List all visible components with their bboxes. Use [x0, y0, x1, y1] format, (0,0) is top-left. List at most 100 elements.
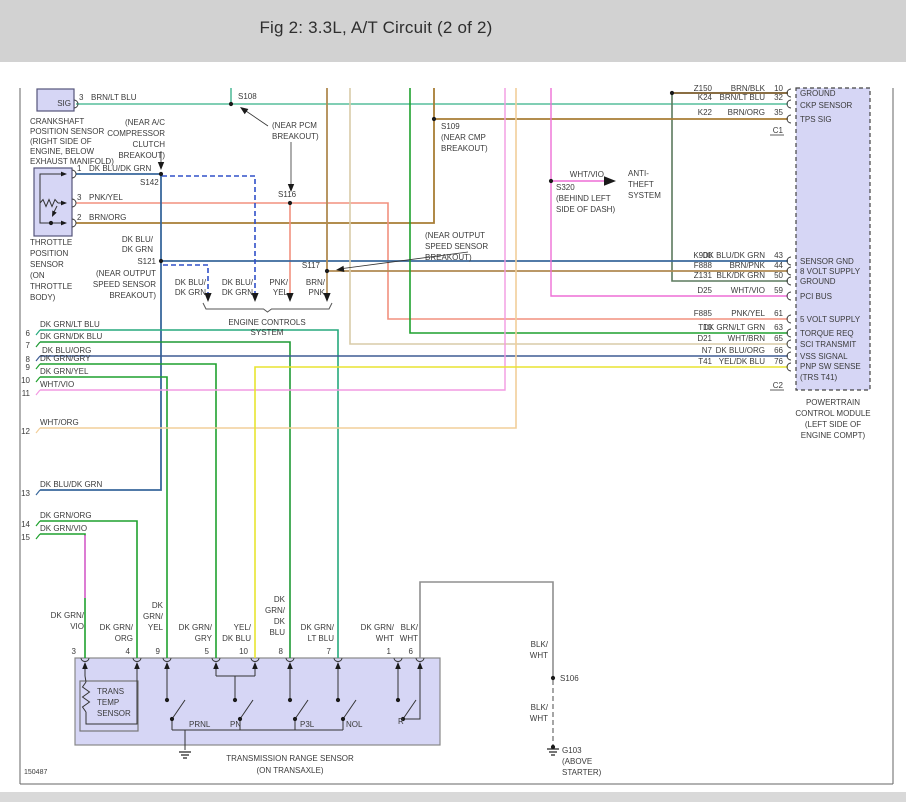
- diagram-label: 3: [72, 647, 77, 656]
- wiring-diagram-page: Fig 2: 3.3L, A/T Circuit (2 of 2) 3BRN/L…: [0, 0, 906, 802]
- diagram-label: WHT/VIO: [40, 380, 74, 389]
- diagram-label: ENGINE COMPT): [801, 431, 866, 440]
- diagram-label: WHT: [530, 651, 548, 660]
- diagram-label: VIO: [70, 622, 84, 631]
- diagram-label: (NEAR OUTPUT: [96, 269, 156, 278]
- junction-dot: [293, 717, 297, 721]
- wiring-diagram: 3BRN/LT BLUSIGS108CRANKSHAFTPOSITION SEN…: [0, 0, 906, 802]
- diagram-label: 61: [774, 309, 783, 318]
- diagram-label: BREAKOUT): [118, 151, 165, 160]
- junction-dot: [159, 172, 163, 176]
- diagram-label: BLK/: [401, 623, 419, 632]
- diagram-label: 44: [774, 261, 783, 270]
- diagram-label: 9: [26, 363, 31, 372]
- diagram-label: GROUND: [800, 89, 836, 98]
- diagram-label: R: [398, 717, 404, 726]
- diagram-label: CLUTCH: [133, 140, 166, 149]
- diagram-label: LT BLU: [308, 634, 335, 643]
- diagram-label: 2: [77, 213, 82, 222]
- diagram-label: (ABOVE: [562, 757, 592, 766]
- diagram-label: DK GRN/: [100, 623, 134, 632]
- diagram-label: 7: [327, 647, 332, 656]
- diagram-label: (ON: [30, 271, 45, 280]
- diagram-label: 6: [409, 647, 414, 656]
- diagram-label: COMPRESSOR: [107, 129, 165, 138]
- diagram-label: T41: [698, 357, 712, 366]
- diagram-label: (NEAR CMP: [441, 133, 486, 142]
- diagram-label: ENGINE CONTROLS: [228, 318, 305, 327]
- diagram-label: 4: [126, 647, 131, 656]
- junction-dot: [159, 259, 163, 263]
- diagram-label: 8: [279, 647, 284, 656]
- diagram-label: S109: [441, 122, 460, 131]
- trs-box: [75, 658, 440, 745]
- diagram-label: GROUND: [800, 277, 836, 286]
- diagram-label: F888: [694, 261, 713, 270]
- diagram-label: YEL/DK BLU: [719, 357, 765, 366]
- junction-dot: [233, 698, 237, 702]
- wire-wht-brn-d21: [350, 88, 788, 344]
- diagram-label: (LEFT SIDE OF: [805, 420, 861, 429]
- diagram-label: SCI TRANSMIT: [800, 340, 856, 349]
- diagram-label: DK GRN/LT BLU: [40, 320, 100, 329]
- diagram-label: PNK/: [269, 278, 288, 287]
- diagram-label: ANTI-: [628, 169, 649, 178]
- diagram-label: C1: [773, 126, 784, 135]
- diagram-label: DK BLU: [222, 634, 251, 643]
- diagram-label: WHT: [376, 634, 394, 643]
- diagram-label: GRN/: [265, 606, 286, 615]
- diagram-label: S117: [302, 261, 321, 270]
- diagram-label: PNP SW SENSE: [800, 362, 861, 371]
- diagram-label: 35: [774, 108, 783, 117]
- junction-dot: [49, 221, 53, 225]
- diagram-label: 5 VOLT SUPPLY: [800, 315, 861, 324]
- diagram-label: DK BLU/DK GRN: [703, 251, 765, 260]
- diagram-label: TPS SIG: [800, 115, 832, 124]
- diagram-label: BREAKOUT): [272, 132, 319, 141]
- diagram-label: DK GRN/: [301, 623, 335, 632]
- diagram-label: ENGINE, BELOW: [30, 147, 94, 156]
- diagram-label: 10: [774, 84, 783, 93]
- diagram-label: PCI BUS: [800, 292, 832, 301]
- diagram-label: WHT: [530, 714, 548, 723]
- diagram-label: SENSOR GND: [800, 257, 854, 266]
- junction-dot: [165, 698, 169, 702]
- diagram-label: WHT/VIO: [570, 170, 604, 179]
- diagram-label: DK GRN: [122, 245, 153, 254]
- diagram-label: DK BLU/DK GRN: [40, 480, 102, 489]
- diagram-label: SPEED SENSOR: [93, 280, 156, 289]
- tick-pin15: [36, 534, 40, 539]
- diagram-label: P3L: [300, 720, 315, 729]
- diagram-label: CONTROL MODULE: [795, 409, 870, 418]
- diagram-label: GRY: [195, 634, 213, 643]
- junction-dot: [229, 102, 233, 106]
- diagram-label: 15: [21, 533, 30, 542]
- diagram-label: 3: [77, 193, 82, 202]
- diagram-label: NOL: [346, 720, 363, 729]
- diagram-label: 10: [21, 376, 30, 385]
- diagram-label: SENSOR: [97, 709, 131, 718]
- diagram-label: SPEED SENSOR: [425, 242, 488, 251]
- diagram-label: (TRS T41): [800, 373, 838, 382]
- diagram-label: DK GRN/: [179, 623, 213, 632]
- diagram-label: 13: [21, 489, 30, 498]
- diagram-label: S142: [140, 178, 159, 187]
- diagram-label: WHT/VIO: [731, 286, 765, 295]
- diagram-label: DK BLU/: [175, 278, 207, 287]
- diagram-label: THROTTLE: [30, 238, 72, 247]
- diagram-label: Z131: [694, 271, 713, 280]
- diagram-label: BODY): [30, 293, 56, 302]
- diagram-label: YEL/: [234, 623, 252, 632]
- diagram-label: YEL: [273, 288, 289, 297]
- tick-pin13: [36, 490, 40, 495]
- diagram-label: BLK/DK GRN: [717, 271, 766, 280]
- diagram-label: D25: [697, 286, 712, 295]
- diagram-label: 43: [774, 251, 783, 260]
- diagram-label: S320: [556, 183, 575, 192]
- diagram-label: S106: [560, 674, 579, 683]
- junction-dot: [170, 717, 174, 721]
- diagram-label: TORQUE REQ: [800, 329, 854, 338]
- diagram-label: VSS SIGNAL: [800, 352, 848, 361]
- diagram-label: 65: [774, 334, 783, 343]
- callout-s108: [243, 109, 268, 126]
